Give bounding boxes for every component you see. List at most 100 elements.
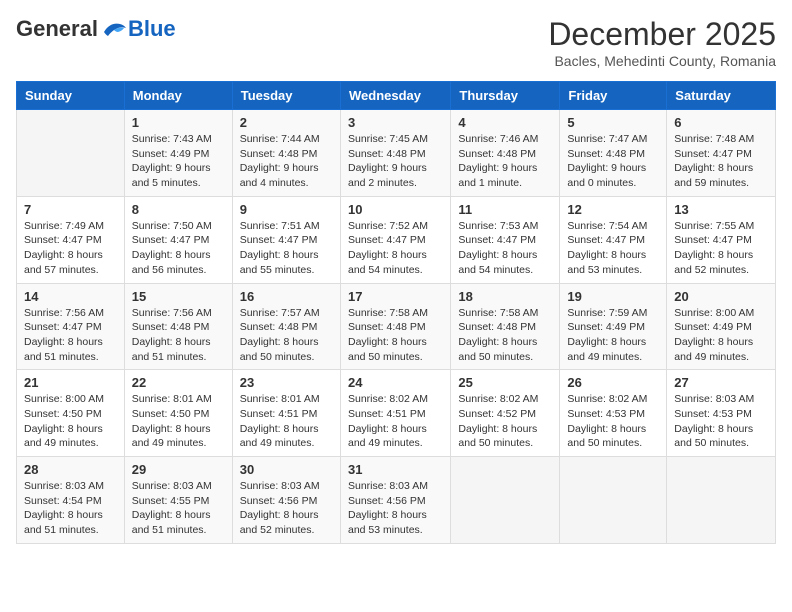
day-info: Sunrise: 7:45 AMSunset: 4:48 PMDaylight:… (348, 132, 443, 191)
logo: General Blue (16, 16, 176, 42)
logo-blue-text: Blue (128, 16, 176, 42)
logo-general-text: General (16, 16, 98, 42)
day-number: 13 (674, 202, 768, 217)
day-info: Sunrise: 8:03 AMSunset: 4:56 PMDaylight:… (348, 479, 443, 538)
week-row-5: 28Sunrise: 8:03 AMSunset: 4:54 PMDayligh… (17, 457, 776, 544)
calendar-cell: 26 Sunrise: 8:02 AMSunset: 4:53 PMDayligh… (560, 370, 667, 457)
location-text: Bacles, Mehedinti County, Romania (548, 53, 776, 69)
week-row-1: 1 Sunrise: 7:43 AMSunset: 4:49 PMDaylight… (17, 110, 776, 197)
calendar-cell: 10 Sunrise: 7:52 AMSunset: 4:47 PMDayligh… (340, 196, 450, 283)
day-info: Sunrise: 7:46 AMSunset: 4:48 PMDaylight:… (458, 132, 552, 191)
day-info: Sunrise: 7:58 AMSunset: 4:48 PMDaylight:… (458, 306, 552, 365)
day-number: 29 (132, 462, 225, 477)
column-header-saturday: Saturday (667, 82, 776, 110)
day-info: Sunrise: 8:03 AMSunset: 4:53 PMDaylight:… (674, 392, 768, 451)
day-info: Sunrise: 7:49 AMSunset: 4:47 PMDaylight:… (24, 219, 117, 278)
day-info: Sunrise: 7:56 AMSunset: 4:47 PMDaylight:… (24, 306, 117, 365)
day-number: 30 (240, 462, 333, 477)
day-number: 6 (674, 115, 768, 130)
day-number: 7 (24, 202, 117, 217)
calendar-cell: 30 Sunrise: 8:03 AMSunset: 4:56 PMDayligh… (232, 457, 340, 544)
day-number: 25 (458, 375, 552, 390)
day-info: Sunrise: 8:03 AMSunset: 4:55 PMDaylight:… (132, 479, 225, 538)
month-title: December 2025 (548, 16, 776, 53)
day-info: Sunrise: 7:43 AMSunset: 4:49 PMDaylight:… (132, 132, 225, 191)
page-header: General Blue December 2025 Bacles, Mehed… (16, 16, 776, 69)
calendar-cell: 14Sunrise: 7:56 AMSunset: 4:47 PMDayligh… (17, 283, 125, 370)
column-header-sunday: Sunday (17, 82, 125, 110)
column-header-tuesday: Tuesday (232, 82, 340, 110)
day-info: Sunrise: 7:48 AMSunset: 4:47 PMDaylight:… (674, 132, 768, 191)
day-info: Sunrise: 8:02 AMSunset: 4:52 PMDaylight:… (458, 392, 552, 451)
calendar-cell: 5Sunrise: 7:47 AMSunset: 4:48 PMDaylight… (560, 110, 667, 197)
calendar-cell: 18 Sunrise: 7:58 AMSunset: 4:48 PMDayligh… (451, 283, 560, 370)
calendar-cell: 20Sunrise: 8:00 AMSunset: 4:49 PMDayligh… (667, 283, 776, 370)
calendar-cell: 15Sunrise: 7:56 AMSunset: 4:48 PMDayligh… (124, 283, 232, 370)
day-number: 21 (24, 375, 117, 390)
day-number: 24 (348, 375, 443, 390)
column-header-friday: Friday (560, 82, 667, 110)
day-info: Sunrise: 7:50 AMSunset: 4:47 PMDaylight:… (132, 219, 225, 278)
day-number: 10 (348, 202, 443, 217)
calendar-cell: 9Sunrise: 7:51 AMSunset: 4:47 PMDaylight… (232, 196, 340, 283)
day-info: Sunrise: 8:00 AMSunset: 4:50 PMDaylight:… (24, 392, 117, 451)
day-number: 18 (458, 289, 552, 304)
calendar-cell: 1 Sunrise: 7:43 AMSunset: 4:49 PMDaylight… (124, 110, 232, 197)
calendar-cell: 25 Sunrise: 8:02 AMSunset: 4:52 PMDayligh… (451, 370, 560, 457)
day-number: 8 (132, 202, 225, 217)
day-number: 28 (24, 462, 117, 477)
calendar-cell: 27 Sunrise: 8:03 AMSunset: 4:53 PMDayligh… (667, 370, 776, 457)
column-header-monday: Monday (124, 82, 232, 110)
calendar-cell: 29 Sunrise: 8:03 AMSunset: 4:55 PMDayligh… (124, 457, 232, 544)
calendar-cell: 19 Sunrise: 7:59 AMSunset: 4:49 PMDayligh… (560, 283, 667, 370)
week-row-4: 21 Sunrise: 8:00 AMSunset: 4:50 PMDayligh… (17, 370, 776, 457)
calendar-cell: 28Sunrise: 8:03 AMSunset: 4:54 PMDayligh… (17, 457, 125, 544)
day-number: 31 (348, 462, 443, 477)
logo-bird-icon (100, 18, 128, 40)
day-info: Sunrise: 7:52 AMSunset: 4:47 PMDaylight:… (348, 219, 443, 278)
day-info: Sunrise: 7:47 AMSunset: 4:48 PMDaylight:… (567, 132, 659, 191)
calendar-cell (667, 457, 776, 544)
calendar-cell: 2 Sunrise: 7:44 AMSunset: 4:48 PMDaylight… (232, 110, 340, 197)
day-info: Sunrise: 8:01 AMSunset: 4:51 PMDaylight:… (240, 392, 333, 451)
day-info: Sunrise: 7:44 AMSunset: 4:48 PMDaylight:… (240, 132, 333, 191)
header-row: SundayMondayTuesdayWednesdayThursdayFrid… (17, 82, 776, 110)
calendar-cell: 16Sunrise: 7:57 AMSunset: 4:48 PMDayligh… (232, 283, 340, 370)
calendar-cell: 6 Sunrise: 7:48 AMSunset: 4:47 PMDaylight… (667, 110, 776, 197)
day-number: 4 (458, 115, 552, 130)
day-number: 16 (240, 289, 333, 304)
day-number: 1 (132, 115, 225, 130)
day-info: Sunrise: 7:51 AMSunset: 4:47 PMDaylight:… (240, 219, 333, 278)
day-info: Sunrise: 7:59 AMSunset: 4:49 PMDaylight:… (567, 306, 659, 365)
day-number: 26 (567, 375, 659, 390)
day-number: 15 (132, 289, 225, 304)
calendar-cell: 12Sunrise: 7:54 AMSunset: 4:47 PMDayligh… (560, 196, 667, 283)
calendar-cell: 23 Sunrise: 8:01 AMSunset: 4:51 PMDayligh… (232, 370, 340, 457)
calendar-body: 1 Sunrise: 7:43 AMSunset: 4:49 PMDaylight… (17, 110, 776, 544)
calendar-table: SundayMondayTuesdayWednesdayThursdayFrid… (16, 81, 776, 544)
calendar-cell (560, 457, 667, 544)
day-number: 3 (348, 115, 443, 130)
column-header-thursday: Thursday (451, 82, 560, 110)
day-info: Sunrise: 8:01 AMSunset: 4:50 PMDaylight:… (132, 392, 225, 451)
week-row-3: 14Sunrise: 7:56 AMSunset: 4:47 PMDayligh… (17, 283, 776, 370)
day-info: Sunrise: 8:03 AMSunset: 4:56 PMDaylight:… (240, 479, 333, 538)
calendar-cell: 11 Sunrise: 7:53 AMSunset: 4:47 PMDayligh… (451, 196, 560, 283)
calendar-cell: 13Sunrise: 7:55 AMSunset: 4:47 PMDayligh… (667, 196, 776, 283)
day-number: 27 (674, 375, 768, 390)
day-number: 11 (458, 202, 552, 217)
day-info: Sunrise: 8:02 AMSunset: 4:53 PMDaylight:… (567, 392, 659, 451)
calendar-cell: 21 Sunrise: 8:00 AMSunset: 4:50 PMDayligh… (17, 370, 125, 457)
calendar-cell: 17 Sunrise: 7:58 AMSunset: 4:48 PMDayligh… (340, 283, 450, 370)
day-info: Sunrise: 7:53 AMSunset: 4:47 PMDaylight:… (458, 219, 552, 278)
day-number: 2 (240, 115, 333, 130)
calendar-cell: 31 Sunrise: 8:03 AMSunset: 4:56 PMDayligh… (340, 457, 450, 544)
day-number: 19 (567, 289, 659, 304)
week-row-2: 7 Sunrise: 7:49 AMSunset: 4:47 PMDaylight… (17, 196, 776, 283)
day-info: Sunrise: 7:58 AMSunset: 4:48 PMDaylight:… (348, 306, 443, 365)
day-number: 23 (240, 375, 333, 390)
day-number: 17 (348, 289, 443, 304)
day-info: Sunrise: 8:02 AMSunset: 4:51 PMDaylight:… (348, 392, 443, 451)
calendar-cell: 7 Sunrise: 7:49 AMSunset: 4:47 PMDaylight… (17, 196, 125, 283)
calendar-cell (17, 110, 125, 197)
